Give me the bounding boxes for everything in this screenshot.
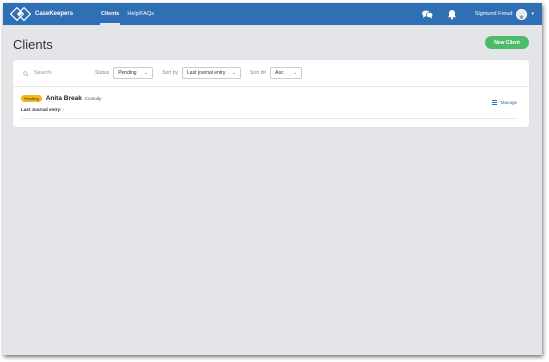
new-client-button[interactable]: New Client xyxy=(485,36,529,49)
logo[interactable]: CaseKeepers xyxy=(9,6,74,22)
sort-dir-label: Sort dir xyxy=(250,70,267,76)
nav-links: Clients Help/FAQs xyxy=(97,3,158,25)
filter-bar: Search Status Pending ⌄ Sort by Last jou… xyxy=(13,60,529,87)
client-case-type: Custody xyxy=(84,96,102,101)
client-name[interactable]: Anita Break xyxy=(46,95,82,102)
status-select-value: Pending xyxy=(118,70,137,76)
logo-mark-icon xyxy=(9,6,32,22)
manage-button[interactable]: Manage xyxy=(491,100,517,105)
last-journal-entry: Last Journal entry: - xyxy=(21,107,521,112)
bell-icon[interactable] xyxy=(445,7,459,21)
list-item[interactable]: Pending Anita Break Custody Last Journal… xyxy=(13,87,529,123)
chevron-down-icon: ⌄ xyxy=(232,70,237,75)
status-select[interactable]: Pending ⌄ xyxy=(113,67,154,79)
status-badge: Pending xyxy=(21,95,42,102)
app-name: CaseKeepers xyxy=(35,11,74,17)
top-nav: CaseKeepers Clients Help/FAQs Sigmund Fr… xyxy=(3,3,542,25)
search-placeholder: Search xyxy=(34,70,52,76)
chevron-down-icon: ⌄ xyxy=(144,70,149,75)
sort-by-label: Sort by xyxy=(162,70,179,76)
last-journal-entry-label: Last Journal entry: xyxy=(21,107,62,112)
sort-by-select[interactable]: Last journal entry ⌄ xyxy=(182,67,242,79)
nav-link-help[interactable]: Help/FAQs xyxy=(123,3,158,25)
status-filter-label: Status xyxy=(95,70,110,76)
app-window: CaseKeepers Clients Help/FAQs Sigmund Fr… xyxy=(3,3,542,355)
clients-card: Search Status Pending ⌄ Sort by Last jou… xyxy=(13,60,529,127)
last-journal-entry-value: - xyxy=(62,107,65,112)
user-menu-chevron-down-icon[interactable]: ▾ xyxy=(531,11,534,17)
sort-dir-select-value: Asc xyxy=(275,70,284,76)
search-input[interactable]: Search xyxy=(23,64,83,82)
sort-by-select-value: Last journal entry xyxy=(187,70,226,76)
sort-dir-select[interactable]: Asc ⌄ xyxy=(270,67,303,79)
client-row-header: Pending Anita Break Custody xyxy=(21,95,521,102)
list-icon xyxy=(491,100,501,105)
chat-icon[interactable] xyxy=(421,7,435,21)
nav-link-clients[interactable]: Clients xyxy=(97,3,123,25)
chevron-down-icon: ⌄ xyxy=(293,70,298,75)
search-icon xyxy=(23,64,29,82)
manage-label: Manage xyxy=(500,100,517,105)
page-title: Clients xyxy=(13,37,53,52)
row-divider xyxy=(21,118,517,119)
user-name[interactable]: Sigmund Freud xyxy=(475,11,513,17)
avatar[interactable] xyxy=(516,8,528,20)
nav-right: Sigmund Freud ▾ xyxy=(411,3,542,25)
